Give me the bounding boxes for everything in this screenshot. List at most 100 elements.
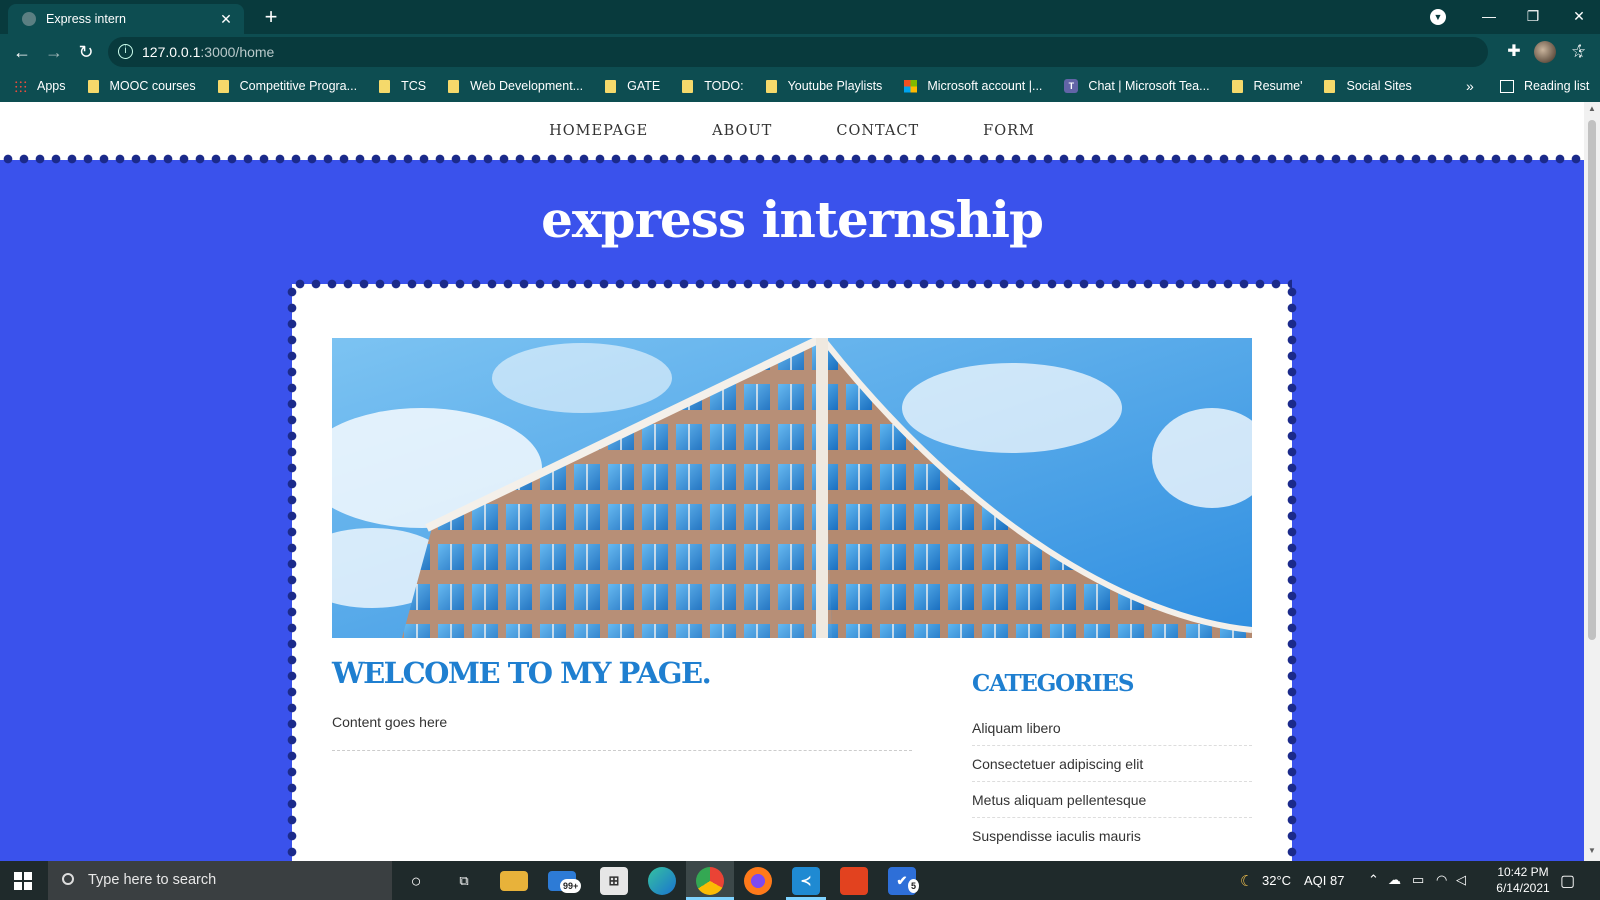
system-clock[interactable]: 10:42 PM 6/14/2021 [1478, 864, 1568, 896]
bookmark-label: Web Development... [470, 79, 584, 93]
tab-title: Express intern [46, 12, 126, 26]
store-icon[interactable]: ⊞ [600, 867, 628, 895]
taskbar-search-input[interactable]: Type here to search [48, 861, 392, 900]
weather-moon-icon[interactable]: ☾ [1240, 872, 1253, 890]
task-view-icon[interactable]: ⧉ [450, 867, 478, 895]
scroll-up-icon[interactable]: ▲ [1584, 104, 1600, 113]
cortana-icon[interactable]: ○ [402, 867, 430, 895]
folder-icon [1324, 79, 1336, 93]
tab-close-icon[interactable]: ✕ [218, 11, 234, 28]
bookmarks-overflow-icon[interactable]: » [1466, 70, 1474, 102]
folder-icon [1231, 79, 1243, 93]
file-explorer-icon[interactable] [500, 871, 528, 891]
site-info-icon[interactable]: i [118, 44, 133, 59]
browser-toolbar: ← → ↻ i 127.0.0.1:3000/home ☆ ✚ ⋮ [0, 34, 1600, 70]
card-scallop-left [287, 284, 297, 861]
bookmark-competitive[interactable]: Competitive Progra... [217, 79, 358, 93]
weather-aqi[interactable]: AQI 87 [1304, 873, 1344, 888]
bookmark-label: Competitive Progra... [239, 79, 358, 93]
todo-badge: 5 [908, 879, 920, 893]
nav-about[interactable]: ABOUT [712, 123, 772, 139]
bookmark-label: Resume' [1253, 79, 1303, 93]
scroll-down-icon[interactable]: ▼ [1584, 846, 1600, 855]
tab-search-icon[interactable]: ▼ [1430, 9, 1446, 25]
bookmark-teams[interactable]: T Chat | Microsoft Tea... [1064, 79, 1210, 93]
tab-strip: Express intern ✕ + ▼ — ❐ ✕ [0, 0, 1600, 34]
site-title: express internship [541, 190, 1044, 249]
folder-icon [605, 79, 617, 93]
hero-building-image [332, 338, 1252, 638]
nav-homepage[interactable]: HOMEPAGE [549, 123, 648, 139]
back-icon[interactable]: ← [8, 38, 36, 66]
bookmark-label: TODO: [704, 79, 744, 93]
folder-icon [217, 79, 229, 93]
nav-contact[interactable]: CONTACT [836, 123, 919, 139]
address-bar[interactable]: i 127.0.0.1:3000/home ☆ [108, 37, 1586, 67]
bookmark-label: Chat | Microsoft Tea... [1088, 79, 1210, 93]
scrollbar-thumb[interactable] [1588, 120, 1596, 640]
onedrive-icon[interactable]: ☁ [1388, 872, 1401, 888]
bookmark-label: GATE [627, 79, 661, 93]
vscode-icon[interactable]: ≺ [792, 867, 820, 895]
browser-tab-active[interactable]: Express intern ✕ [8, 4, 244, 34]
window-close-icon[interactable]: ✕ [1556, 0, 1600, 32]
taskbar-search-placeholder: Type here to search [88, 872, 217, 888]
edge-icon[interactable] [648, 867, 676, 895]
category-item[interactable]: Metus aliquam pellentesque [972, 782, 1252, 818]
bookmark-mooc[interactable]: MOOC courses [87, 79, 196, 93]
bookmark-resume[interactable]: Resume' [1231, 79, 1303, 93]
bookmark-todo[interactable]: TODO: [682, 79, 744, 93]
folder-icon [765, 79, 777, 93]
weather-temp[interactable]: 32°C [1262, 873, 1291, 888]
page-scrollbar[interactable]: ▲ ▼ [1584, 102, 1600, 861]
bookmark-social[interactable]: Social Sites [1324, 79, 1412, 93]
content-text: Content goes here [332, 714, 448, 730]
volume-icon[interactable]: ◁ [1456, 872, 1466, 888]
firefox-icon[interactable] [744, 867, 772, 895]
office-icon[interactable] [840, 867, 868, 895]
folder-icon [87, 79, 99, 93]
profile-avatar[interactable] [1534, 41, 1556, 63]
microsoft-logo-icon [904, 79, 918, 93]
bookmark-youtube[interactable]: Youtube Playlists [765, 79, 882, 93]
bookmark-label: Social Sites [1346, 79, 1412, 93]
clock-time: 10:42 PM [1497, 865, 1549, 879]
chrome-icon[interactable] [696, 867, 724, 895]
bookmark-microsoft[interactable]: Microsoft account |... [904, 79, 1042, 93]
nav-form[interactable]: FORM [983, 123, 1035, 139]
card-scallop-right [1287, 284, 1297, 861]
battery-icon[interactable]: ▭ [1412, 872, 1424, 888]
bookmark-webdev[interactable]: Web Development... [448, 79, 583, 93]
url-host: 127.0.0.1 [142, 44, 201, 60]
windows-start-icon[interactable] [14, 872, 32, 890]
site-nav: HOMEPAGE ABOUT CONTACT FORM [0, 102, 1584, 160]
category-item[interactable]: Consectetuer adipiscing elit [972, 746, 1252, 782]
bookmark-label: Apps [37, 79, 66, 93]
bookmark-tcs[interactable]: TCS [379, 79, 426, 93]
new-tab-button[interactable]: + [258, 4, 284, 30]
notification-icon[interactable]: ▢ [1560, 871, 1575, 891]
categories-heading: CATEGORIES [972, 670, 1134, 697]
category-item[interactable]: Suspendisse iaculis mauris [972, 818, 1252, 854]
menu-kebab-icon[interactable]: ⋮ [1566, 38, 1594, 66]
bookmark-label: MOOC courses [109, 79, 196, 93]
folder-icon [379, 79, 391, 93]
bookmarks-bar: Apps MOOC courses Competitive Progra... … [0, 70, 1600, 102]
content-divider [332, 750, 912, 751]
bookmark-apps[interactable]: Apps [14, 79, 66, 93]
restore-icon[interactable]: ❐ [1510, 0, 1556, 32]
category-item[interactable]: Aliquam libero [972, 710, 1252, 746]
taskbar: Type here to search ○ ⧉ 99+ ⊞ ≺ ✔ 5 ☾ 32… [0, 861, 1600, 900]
wifi-icon[interactable]: ◠ [1436, 872, 1447, 888]
url-path: :3000/home [200, 44, 275, 60]
bookmark-label: Microsoft account |... [927, 79, 1043, 93]
tray-chevron-icon[interactable]: ⌃ [1368, 872, 1379, 888]
bookmark-gate[interactable]: GATE [605, 79, 660, 93]
minimize-icon[interactable]: — [1466, 0, 1512, 32]
card-scallop-top [292, 279, 1292, 289]
extensions-puzzle-icon[interactable]: ✚ [1500, 38, 1528, 66]
forward-icon[interactable]: → [40, 38, 68, 66]
teams-icon: T [1064, 79, 1079, 93]
reload-icon[interactable]: ↻ [72, 38, 100, 66]
reading-list-button[interactable]: Reading list [1500, 70, 1589, 102]
